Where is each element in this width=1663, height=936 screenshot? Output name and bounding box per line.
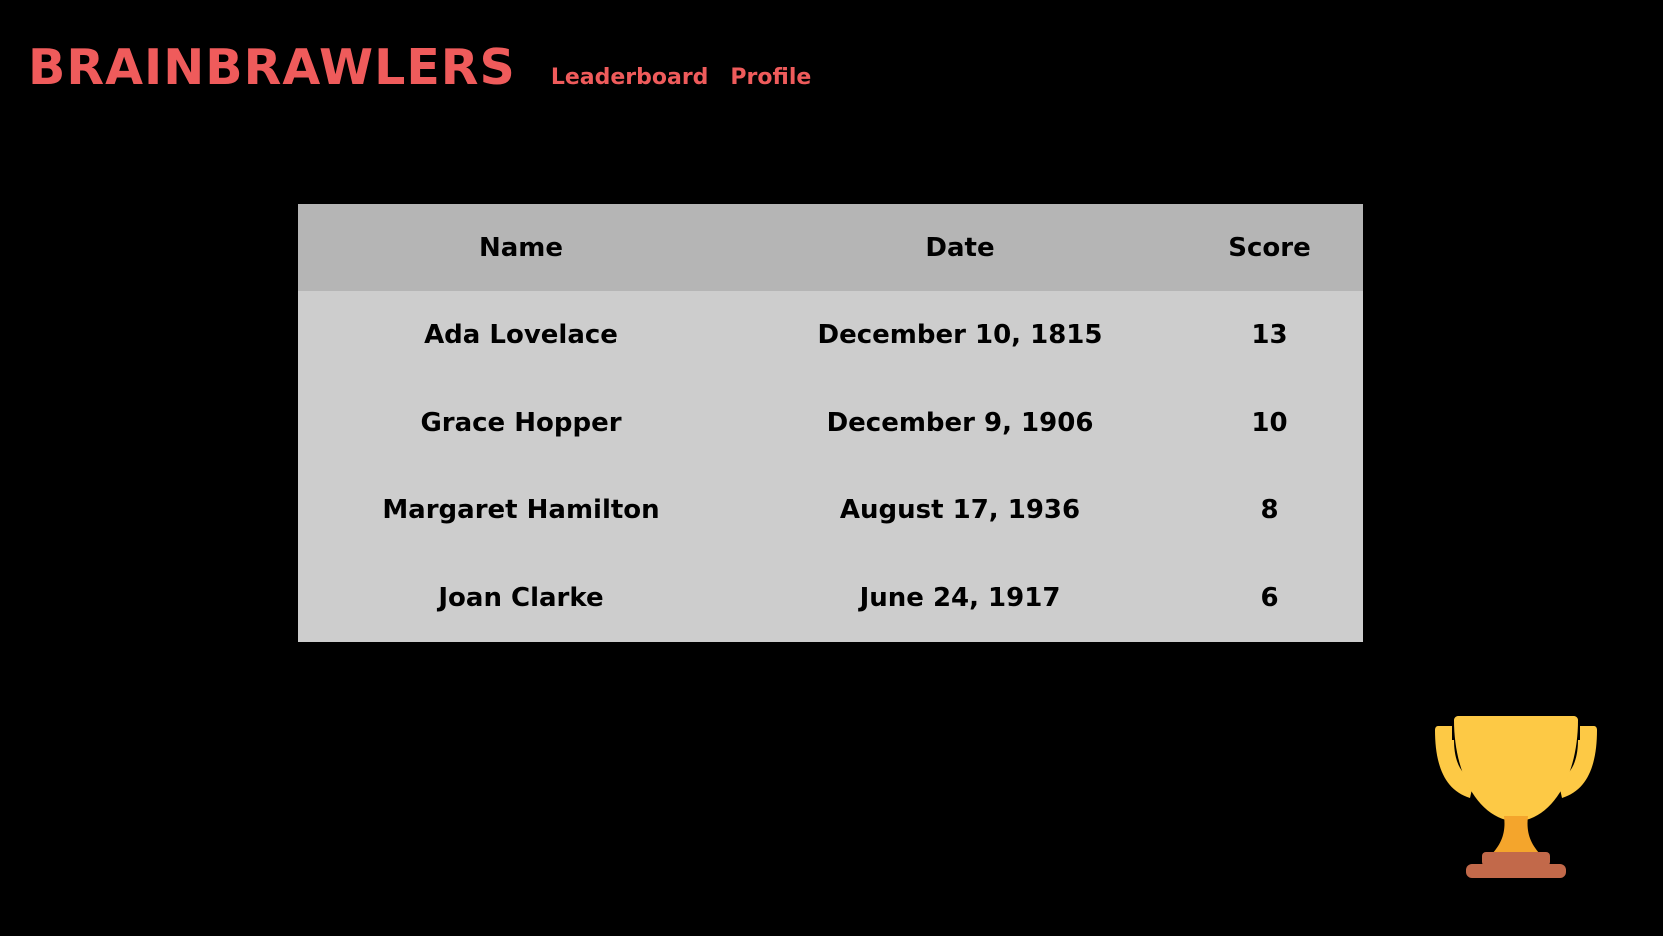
leaderboard-header: Name Date Score (298, 204, 1363, 291)
player-score: 13 (1251, 319, 1288, 350)
header-row: Name Date Score (298, 204, 1363, 291)
player-name: Ada Lovelace (424, 319, 618, 350)
column-header-date: Date (925, 232, 995, 263)
player-name: Margaret Hamilton (382, 495, 660, 526)
player-date: June 24, 1917 (859, 583, 1061, 614)
table-row: Ada Lovelace December 10, 1815 13 (298, 291, 1363, 379)
table-row: Margaret Hamilton August 17, 1936 8 (298, 467, 1363, 555)
leaderboard-body: Ada Lovelace December 10, 1815 13 Grace … (298, 291, 1363, 642)
player-date: December 9, 1906 (826, 407, 1094, 438)
nav-leaderboard-link[interactable]: Leaderboard (551, 65, 709, 90)
main-nav: Leaderboard Profile (551, 65, 833, 90)
top-bar: BRAINBRAWLERS Leaderboard Profile (28, 38, 833, 98)
player-date: August 17, 1936 (839, 495, 1081, 526)
table-row: Grace Hopper December 9, 1906 10 (298, 379, 1363, 467)
nav-profile-link[interactable]: Profile (730, 65, 811, 90)
column-header-name: Name (478, 232, 564, 263)
app-logo[interactable]: BRAINBRAWLERS (28, 38, 516, 98)
leaderboard-table: Name Date Score Ada Lovelace December 10… (298, 204, 1363, 642)
player-date: December 10, 1815 (817, 319, 1103, 350)
table-row: Joan Clarke June 24, 1917 6 (298, 554, 1363, 642)
player-score: 10 (1251, 407, 1288, 438)
player-score: 8 (1260, 495, 1279, 526)
player-score: 6 (1260, 583, 1279, 614)
player-name: Joan Clarke (438, 583, 604, 614)
player-name: Grace Hopper (420, 407, 622, 438)
trophy-base-top (1482, 852, 1550, 866)
page: BRAINBRAWLERS Leaderboard Profile Name D… (0, 0, 1663, 936)
trophy-base (1466, 864, 1566, 878)
trophy-stem (1490, 816, 1542, 856)
column-header-score: Score (1228, 232, 1311, 263)
trophy-cup (1454, 716, 1578, 820)
trophy-icon (1435, 716, 1597, 878)
